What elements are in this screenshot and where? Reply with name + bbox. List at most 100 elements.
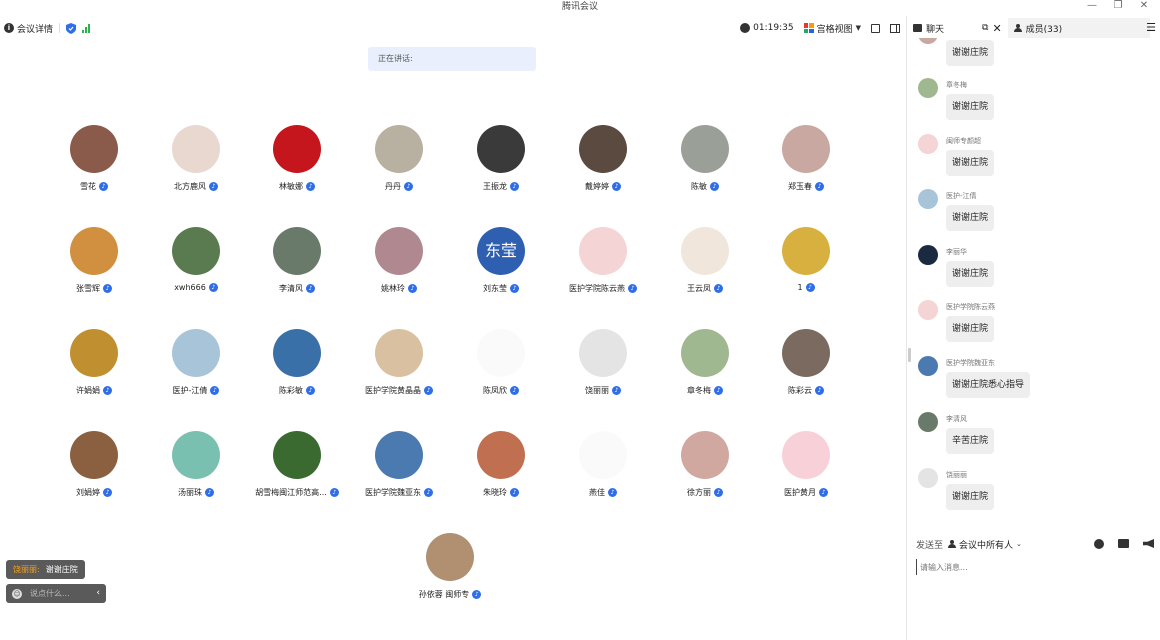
participant-tile[interactable]: 王云凤 ♪ bbox=[654, 227, 756, 307]
tab-chat[interactable]: 聊天 ⧉ ✕ bbox=[907, 18, 1008, 38]
send-target-dropdown[interactable]: 会议中所有人 ⌄ bbox=[948, 538, 1022, 551]
audio-status-icon: ♪ bbox=[815, 182, 824, 191]
message-bubble: 谢谢庄院 bbox=[946, 40, 995, 66]
resize-handle[interactable] bbox=[908, 348, 911, 362]
tab-members[interactable]: 成员(33) bbox=[1007, 18, 1150, 38]
participant-tile[interactable]: 饶丽丽 ♪ bbox=[552, 329, 654, 409]
participant-tile[interactable]: 林敏娜 ♪ bbox=[246, 125, 348, 205]
participant-avatar bbox=[172, 227, 220, 275]
participant-tile[interactable]: 王振龙 ♪ bbox=[450, 125, 552, 205]
participant-tile[interactable]: 陈凤欣 ♪ bbox=[450, 329, 552, 409]
avatar[interactable] bbox=[918, 356, 938, 376]
view-mode-dropdown[interactable]: 宫格视图 ▼ bbox=[803, 22, 861, 35]
chat-message: 医护-江倩 谢谢庄院 bbox=[918, 189, 1148, 237]
avatar[interactable] bbox=[918, 78, 938, 98]
send-bar: 发送至 会议中所有人 ⌄ bbox=[916, 537, 1154, 551]
avatar[interactable] bbox=[918, 38, 938, 44]
participant-tile[interactable]: 孙依蓉 闽师专 ♪ bbox=[399, 533, 501, 613]
collapse-arrow-icon[interactable]: ‹ bbox=[96, 584, 100, 603]
meeting-details-button[interactable]: i 会议详情 bbox=[4, 22, 53, 35]
signal-icon[interactable] bbox=[82, 23, 91, 33]
participant-tile[interactable]: 戴婷婷 ♪ bbox=[552, 125, 654, 205]
audio-status-icon: ♪ bbox=[408, 284, 417, 293]
participant-tile[interactable]: 医护学院黄晶晶 ♪ bbox=[348, 329, 450, 409]
message-sender: 闽师专颜超 bbox=[946, 137, 981, 145]
chat-message: 谢谢庄院 bbox=[918, 38, 1148, 72]
avatar[interactable] bbox=[918, 412, 938, 432]
avatar[interactable] bbox=[918, 300, 938, 320]
message-bubble: 谢谢庄院 bbox=[946, 150, 995, 176]
fullscreen-icon[interactable] bbox=[871, 23, 880, 33]
avatar[interactable] bbox=[918, 134, 938, 154]
participant-tile[interactable]: xwh666 ♪ bbox=[145, 227, 247, 307]
minimize-button[interactable]: — bbox=[1086, 0, 1098, 14]
shield-icon[interactable] bbox=[66, 22, 77, 34]
chevron-down-icon: ⌄ bbox=[1016, 540, 1022, 548]
participant-tile[interactable]: 章冬梅 ♪ bbox=[654, 329, 756, 409]
participant-name-row: 徐方丽 ♪ bbox=[654, 487, 756, 498]
restore-button[interactable]: ❐ bbox=[1112, 0, 1124, 14]
participant-tile[interactable]: 胡雪梅闽江师范高... ♪ bbox=[246, 431, 348, 511]
close-window-button[interactable]: ✕ bbox=[1138, 0, 1150, 14]
participant-tile[interactable]: 汤丽珠 ♪ bbox=[145, 431, 247, 511]
participant-tile[interactable]: 张雪辉 ♪ bbox=[43, 227, 145, 307]
chat-input[interactable] bbox=[916, 559, 1152, 575]
participant-tile[interactable]: 医护学院陈云燕 ♪ bbox=[552, 227, 654, 307]
participant-tile[interactable]: 朱晓玲 ♪ bbox=[450, 431, 552, 511]
message-sender: 医护学院魏亚东 bbox=[946, 359, 995, 367]
emoji-icon[interactable]: ☺ bbox=[12, 588, 22, 599]
message-sender: 章冬梅 bbox=[946, 81, 967, 89]
participant-avatar bbox=[273, 227, 321, 275]
participant-tile[interactable]: 许娟娟 ♪ bbox=[43, 329, 145, 409]
emoji-icon[interactable] bbox=[1094, 539, 1104, 549]
avatar[interactable] bbox=[918, 245, 938, 265]
participant-tile[interactable]: 姚林玲 ♪ bbox=[348, 227, 450, 307]
chat-message: 章冬梅 谢谢庄院 bbox=[918, 78, 1148, 126]
clock-icon bbox=[740, 23, 751, 33]
participant-tile[interactable]: 丹丹 ♪ bbox=[348, 125, 450, 205]
audio-status-icon: ♪ bbox=[612, 386, 621, 395]
avatar[interactable] bbox=[918, 189, 938, 209]
participant-tile[interactable]: 东莹 刘东莹 ♪ bbox=[450, 227, 552, 307]
participant-name-row: 刘娟婷 ♪ bbox=[43, 487, 145, 498]
announce-icon[interactable] bbox=[1143, 539, 1154, 548]
participant-tile[interactable]: 北方鹿风 ♪ bbox=[145, 125, 247, 205]
file-icon[interactable] bbox=[1118, 539, 1129, 548]
menu-icon[interactable]: ☰ bbox=[1146, 21, 1156, 34]
participant-tile[interactable]: 陈敏 ♪ bbox=[654, 125, 756, 205]
close-icon[interactable]: ✕ bbox=[992, 22, 1001, 35]
participant-tile[interactable]: 刘娟婷 ♪ bbox=[43, 431, 145, 511]
participant-tile[interactable]: 徐方丽 ♪ bbox=[654, 431, 756, 511]
participant-tile[interactable]: 1 ♪ bbox=[755, 227, 857, 307]
participant-tile[interactable]: 陈彩敏 ♪ bbox=[246, 329, 348, 409]
participant-name-row: 章冬梅 ♪ bbox=[654, 385, 756, 396]
participant-tile[interactable]: 李清风 ♪ bbox=[246, 227, 348, 307]
popout-icon[interactable]: ⧉ bbox=[982, 23, 988, 33]
participant-tile[interactable]: 医护黄月 ♪ bbox=[755, 431, 857, 511]
participant-name-row: 医护学院魏亚东 ♪ bbox=[348, 487, 450, 498]
participant-tile[interactable]: 雪花 ♪ bbox=[43, 125, 145, 205]
participant-tile[interactable]: 医护学院魏亚东 ♪ bbox=[348, 431, 450, 511]
participant-name: 汤丽珠 bbox=[178, 488, 202, 497]
side-panel-icon[interactable] bbox=[890, 23, 900, 33]
participant-tile[interactable]: 燕佳 ♪ bbox=[552, 431, 654, 511]
avatar[interactable] bbox=[918, 468, 938, 488]
chat-toast[interactable]: 饶丽丽: 谢谢庄院 bbox=[6, 560, 85, 579]
participant-tile[interactable]: 陈彩云 ♪ bbox=[755, 329, 857, 409]
chat-message-list[interactable]: 谢谢庄院 章冬梅 谢谢庄院 闽师专颜超 谢谢庄院 医护-江倩 谢谢庄院 李丽华 谢谢庄院 医护学院… bbox=[918, 38, 1154, 528]
participant-tile[interactable]: 医护-江倩 ♪ bbox=[145, 329, 247, 409]
participant-name: 北方鹿风 bbox=[174, 182, 206, 191]
participant-tile[interactable]: 郑玉春 ♪ bbox=[755, 125, 857, 205]
participant-name-row: 雪花 ♪ bbox=[43, 181, 145, 192]
participant-avatar bbox=[375, 329, 423, 377]
grid-view-icon bbox=[803, 23, 814, 33]
chat-icon bbox=[913, 24, 922, 32]
quick-chat-input[interactable]: ☺ 说点什么... ‹ bbox=[6, 584, 106, 603]
participant-name: 陈敏 bbox=[691, 182, 707, 191]
audio-status-icon: ♪ bbox=[103, 488, 112, 497]
audio-status-icon: ♪ bbox=[510, 284, 519, 293]
participant-name: 刘东莹 bbox=[483, 284, 507, 293]
participant-name-row: 郑玉春 ♪ bbox=[755, 181, 857, 192]
participant-name-row: 王振龙 ♪ bbox=[450, 181, 552, 192]
audio-status-icon: ♪ bbox=[819, 488, 828, 497]
